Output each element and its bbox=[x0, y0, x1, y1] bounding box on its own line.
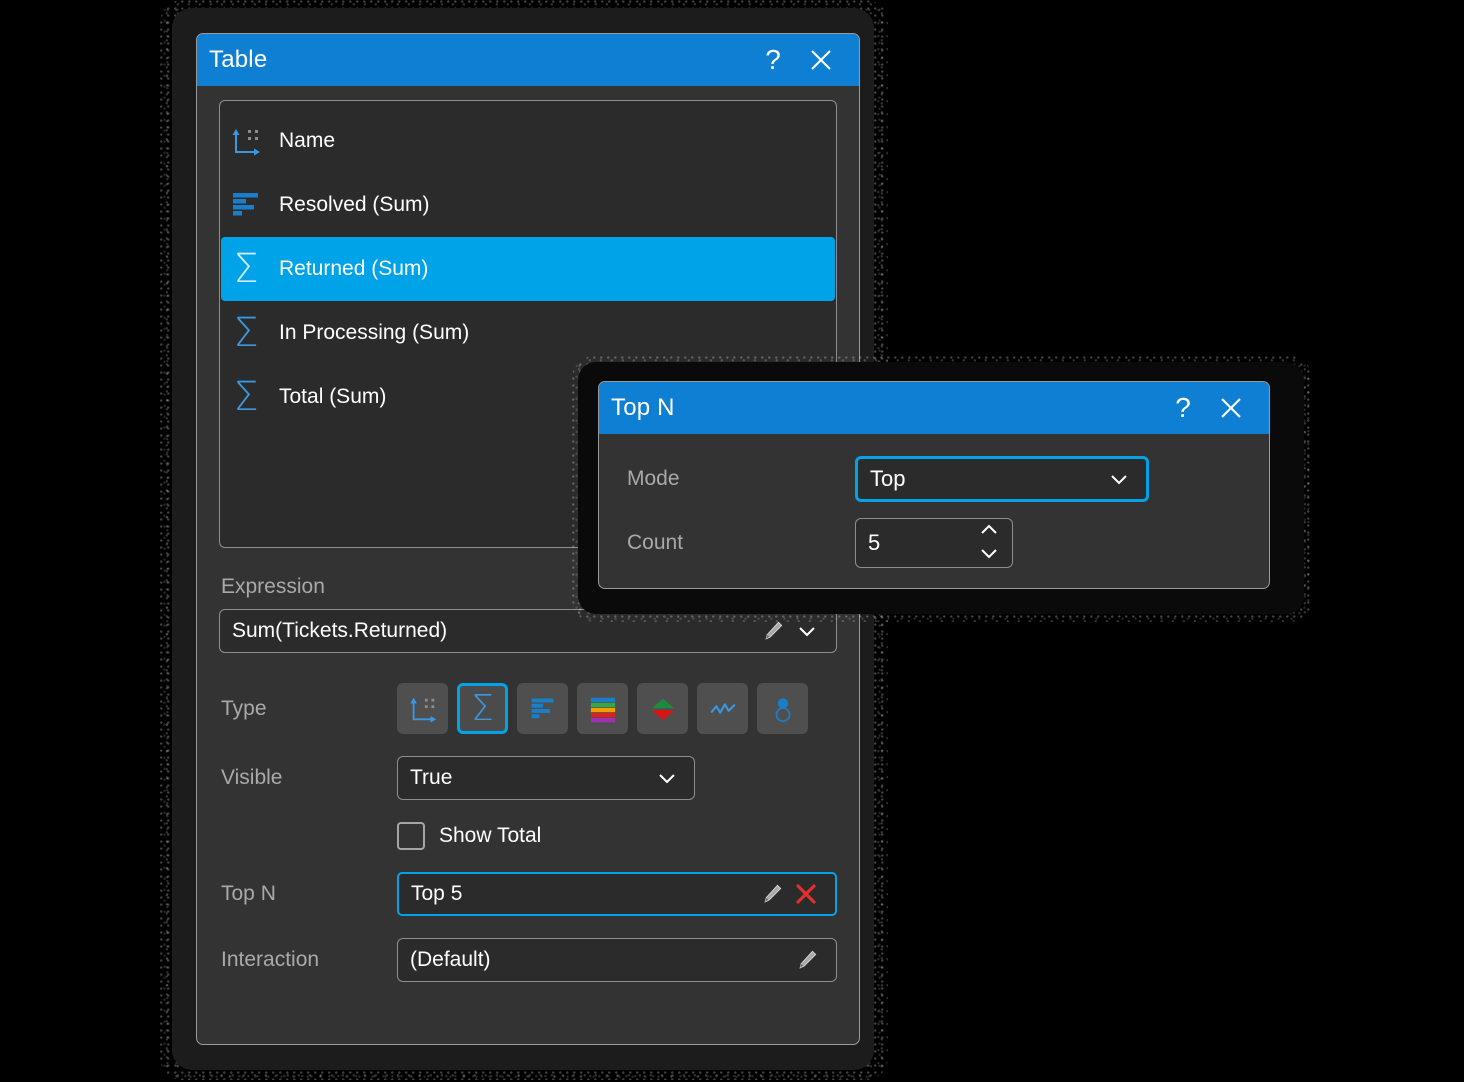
bubble-size-icon bbox=[769, 695, 797, 723]
chevron-down-icon[interactable] bbox=[979, 546, 999, 564]
type-sparkline-button[interactable] bbox=[697, 683, 748, 734]
type-bubble-size-button[interactable] bbox=[757, 683, 808, 734]
table-dialog-title: Table bbox=[209, 46, 749, 74]
show-total-row: Show Total bbox=[219, 822, 837, 850]
list-item-label: Name bbox=[279, 129, 335, 153]
close-icon[interactable] bbox=[1207, 386, 1255, 430]
chevron-down-icon[interactable] bbox=[1102, 462, 1136, 496]
sigma-sum-icon: Σ bbox=[229, 380, 263, 414]
chevron-up-icon[interactable] bbox=[979, 522, 999, 540]
stepper-arrows bbox=[974, 522, 1004, 564]
visible-label: Visible bbox=[221, 766, 282, 789]
list-item-selected[interactable]: Σ Returned (Sum) bbox=[221, 237, 835, 301]
visible-value: True bbox=[410, 766, 650, 790]
close-icon[interactable] bbox=[797, 38, 845, 82]
axis-dimension-icon bbox=[408, 694, 438, 724]
type-row: Type bbox=[219, 683, 837, 734]
sigma-sum-icon: Σ bbox=[229, 316, 263, 350]
interaction-input[interactable]: (Default) bbox=[397, 938, 837, 982]
chevron-down-icon[interactable] bbox=[650, 761, 684, 795]
topn-count-stepper[interactable]: 5 bbox=[855, 518, 1013, 568]
top-n-row: Top N Top 5 bbox=[219, 872, 837, 916]
topn-dialog: Top N ? Mode Top bbox=[598, 381, 1270, 589]
topn-dialog-body: Mode Top Count 5 bbox=[599, 434, 1269, 568]
type-bar-chart-button[interactable] bbox=[517, 683, 568, 734]
type-sigma-sum-button[interactable]: Σ bbox=[457, 683, 508, 734]
list-item-label: Resolved (Sum) bbox=[279, 193, 430, 217]
type-label: Type bbox=[221, 697, 267, 720]
topn-mode-select[interactable]: Top bbox=[855, 456, 1149, 502]
checkbox-box[interactable] bbox=[397, 822, 425, 850]
type-up-down-indicator-button[interactable] bbox=[637, 683, 688, 734]
list-item-label: In Processing (Sum) bbox=[279, 321, 469, 345]
screen: Table ? bbox=[0, 0, 1464, 1082]
list-item-label: Total (Sum) bbox=[279, 385, 386, 409]
list-item-label: Returned (Sum) bbox=[279, 257, 428, 281]
type-button-group: Σ bbox=[397, 683, 837, 734]
type-axis-dimension-button[interactable] bbox=[397, 683, 448, 734]
interaction-label: Interaction bbox=[221, 948, 319, 971]
edit-pencil-icon[interactable] bbox=[755, 877, 789, 911]
help-icon[interactable]: ? bbox=[1159, 386, 1207, 430]
visible-select[interactable]: True bbox=[397, 756, 695, 800]
chevron-down-icon[interactable] bbox=[790, 614, 824, 648]
visible-row: Visible True bbox=[219, 756, 837, 800]
edit-pencil-icon[interactable] bbox=[756, 614, 790, 648]
show-total-label: Show Total bbox=[439, 824, 541, 848]
expression-input[interactable]: Sum(Tickets.Returned) bbox=[219, 609, 837, 653]
sigma-sum-icon: Σ bbox=[471, 694, 494, 724]
help-icon[interactable]: ? bbox=[749, 38, 797, 82]
up-down-indicator-icon bbox=[649, 695, 677, 723]
list-item[interactable]: Name bbox=[221, 109, 835, 173]
sparkline-icon bbox=[708, 694, 738, 724]
edit-pencil-icon[interactable] bbox=[790, 943, 824, 977]
top-n-label: Top N bbox=[221, 882, 276, 905]
bar-chart-icon bbox=[529, 695, 557, 723]
list-item[interactable]: Σ In Processing (Sum) bbox=[221, 301, 835, 365]
type-color-stripes-button[interactable] bbox=[577, 683, 628, 734]
topn-count-row: Count 5 bbox=[627, 518, 1245, 568]
topn-count-label: Count bbox=[627, 531, 683, 554]
bar-chart-icon bbox=[229, 188, 263, 222]
interaction-value: (Default) bbox=[410, 948, 790, 972]
topn-mode-value: Top bbox=[870, 466, 1102, 492]
top-n-value: Top 5 bbox=[411, 882, 755, 906]
topn-count-value: 5 bbox=[868, 530, 974, 556]
topn-dialog-title: Top N bbox=[611, 394, 1159, 422]
color-stripes-icon bbox=[589, 695, 617, 723]
show-total-checkbox[interactable]: Show Total bbox=[397, 822, 837, 850]
axis-dimension-icon bbox=[229, 124, 263, 158]
topn-titlebar: Top N ? bbox=[599, 382, 1269, 434]
topn-mode-label: Mode bbox=[627, 467, 680, 490]
table-titlebar: Table ? bbox=[197, 34, 859, 86]
list-item[interactable]: Resolved (Sum) bbox=[221, 173, 835, 237]
interaction-row: Interaction (Default) bbox=[219, 938, 837, 982]
topn-mode-row: Mode Top bbox=[627, 456, 1245, 502]
top-n-input[interactable]: Top 5 bbox=[397, 872, 837, 916]
expression-value: Sum(Tickets.Returned) bbox=[232, 619, 756, 643]
sigma-sum-icon: Σ bbox=[229, 252, 263, 286]
clear-x-icon[interactable] bbox=[789, 877, 823, 911]
